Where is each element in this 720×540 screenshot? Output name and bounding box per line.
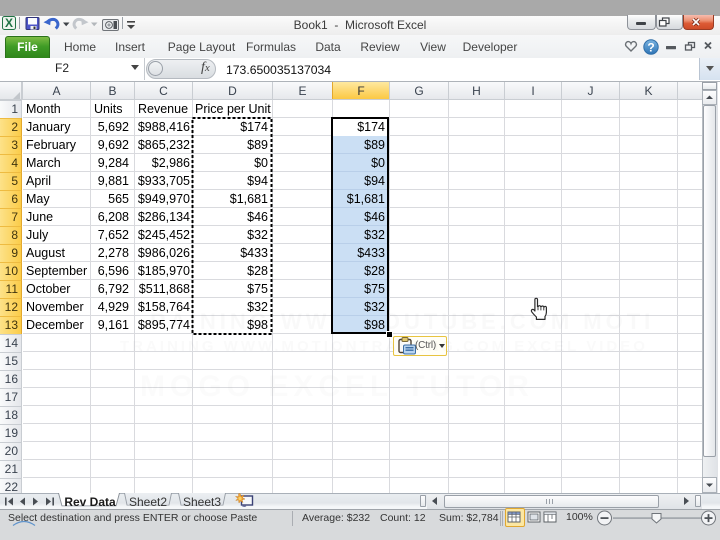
svg-text:X: X bbox=[5, 16, 13, 30]
svg-text:?: ? bbox=[647, 41, 654, 55]
